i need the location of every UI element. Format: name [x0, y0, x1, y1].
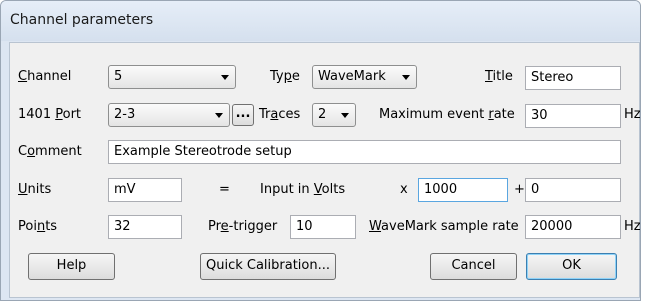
- multiply-label: x: [400, 182, 408, 197]
- sample-rate-input[interactable]: 20000: [525, 215, 621, 239]
- hz-unit-label: Hz: [624, 107, 641, 122]
- chevron-down-icon: [215, 113, 223, 118]
- traces-label: Traces: [259, 107, 301, 122]
- type-label: Type: [270, 69, 300, 84]
- max-event-rate-input[interactable]: 30: [525, 104, 621, 128]
- scale-input[interactable]: 1000: [418, 178, 508, 202]
- pre-trigger-label: Pre-trigger: [208, 219, 278, 234]
- equals-label: =: [219, 182, 230, 197]
- dialog-body: Channel 5 Type WaveMark Title Stereo 140…: [9, 42, 640, 298]
- chevron-down-icon: [221, 75, 229, 80]
- type-select[interactable]: WaveMark: [312, 65, 417, 89]
- hz-unit-label: Hz: [624, 219, 641, 234]
- channel-parameters-dialog: Channel parameters Channel 5 Type WaveMa…: [0, 0, 641, 301]
- channel-select[interactable]: 5: [108, 65, 236, 89]
- traces-select[interactable]: 2: [312, 103, 356, 127]
- sample-rate-label: WaveMark sample rate: [369, 219, 519, 234]
- units-input[interactable]: mV: [108, 178, 182, 202]
- input-in-volts-label: Input in Volts: [260, 182, 346, 197]
- traces-value: 2: [318, 107, 327, 122]
- title-label: Title: [485, 69, 513, 84]
- port-label: 1401 Port: [18, 107, 82, 122]
- plus-label: +: [514, 182, 525, 197]
- channel-value: 5: [114, 69, 123, 84]
- comment-input[interactable]: Example Stereotrode setup: [108, 140, 621, 164]
- port-select[interactable]: 2-3: [108, 103, 230, 127]
- points-label: Points: [18, 219, 58, 234]
- comment-label: Comment: [18, 144, 82, 159]
- help-button[interactable]: Help: [28, 253, 115, 280]
- chevron-down-icon: [341, 113, 349, 118]
- points-input[interactable]: 32: [108, 215, 182, 239]
- offset-input[interactable]: 0: [525, 178, 621, 202]
- max-event-rate-label: Maximum event rate: [379, 107, 515, 122]
- port-value: 2-3: [114, 107, 136, 122]
- cancel-button[interactable]: Cancel: [430, 253, 517, 280]
- chevron-down-icon: [402, 75, 410, 80]
- title-bar[interactable]: Channel parameters: [1, 1, 640, 41]
- port-browse-button[interactable]: ...: [232, 104, 254, 126]
- ok-button[interactable]: OK: [526, 253, 617, 280]
- window-title: Channel parameters: [10, 12, 154, 28]
- title-input[interactable]: Stereo: [525, 66, 621, 90]
- channel-label: Channel: [18, 69, 72, 84]
- pre-trigger-input[interactable]: 10: [290, 215, 356, 239]
- quick-calibration-button[interactable]: Quick Calibration...: [200, 253, 336, 280]
- units-label: Units: [18, 182, 52, 197]
- type-value: WaveMark: [318, 69, 386, 84]
